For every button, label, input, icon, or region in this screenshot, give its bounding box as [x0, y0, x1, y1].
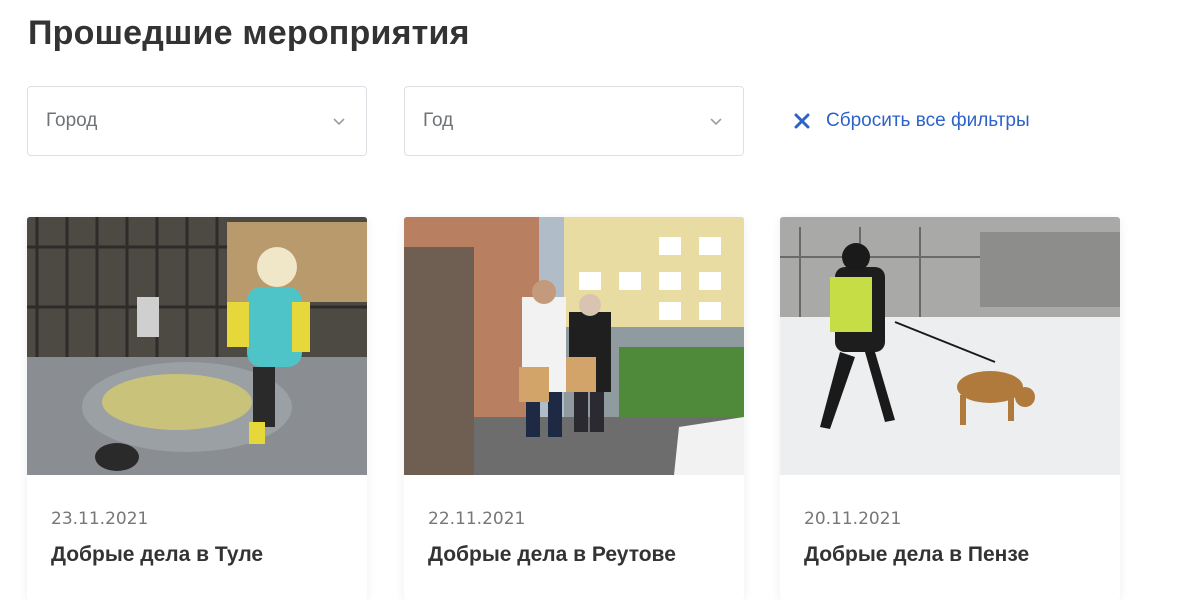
- event-title[interactable]: Добрые дела в Реутове: [428, 543, 676, 567]
- event-card[interactable]: 22.11.2021 Добрые дела в Реутове: [404, 217, 744, 600]
- event-photo: [27, 217, 367, 475]
- chevron-down-icon: [710, 118, 722, 126]
- event-date: 20.11.2021: [804, 509, 902, 529]
- year-select-placeholder: Год: [423, 110, 454, 131]
- event-date: 23.11.2021: [51, 509, 149, 529]
- close-icon: [794, 113, 810, 129]
- chevron-down-icon: [333, 118, 345, 126]
- event-title[interactable]: Добрые дела в Пензе: [804, 543, 1029, 567]
- reset-filters-label: Сбросить все фильтры: [826, 110, 1030, 131]
- city-select[interactable]: Город: [27, 86, 367, 156]
- city-select-placeholder: Город: [46, 110, 98, 131]
- page-title: Прошедшие мероприятия: [28, 14, 470, 52]
- year-select[interactable]: Год: [404, 86, 744, 156]
- event-title[interactable]: Добрые дела в Туле: [51, 543, 263, 567]
- event-photo: [404, 217, 744, 475]
- event-card[interactable]: 23.11.2021 Добрые дела в Туле: [27, 217, 367, 600]
- event-date: 22.11.2021: [428, 509, 526, 529]
- event-photo: [780, 217, 1120, 475]
- event-card[interactable]: 20.11.2021 Добрые дела в Пензе: [780, 217, 1120, 600]
- reset-filters-button[interactable]: Сбросить все фильтры: [792, 110, 1030, 132]
